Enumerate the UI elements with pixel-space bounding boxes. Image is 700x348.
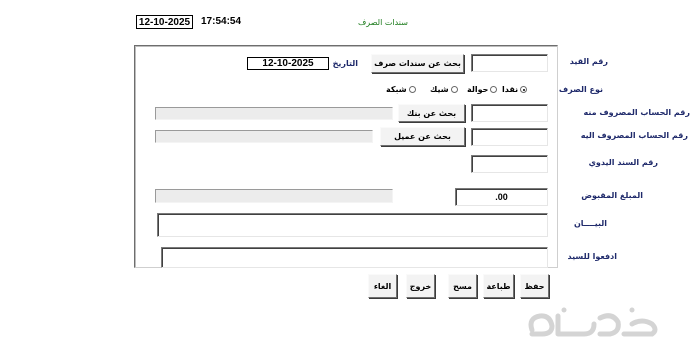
description-input[interactable] <box>157 213 548 237</box>
exit-button[interactable]: خروج <box>406 274 435 298</box>
search-client-button[interactable]: بحث عن عميل <box>380 127 465 146</box>
manual-voucher-label: رقم السند اليدوي <box>588 158 658 167</box>
amount-label: المبلغ المقبوض <box>581 191 643 200</box>
page-title: سندات الصرف <box>358 18 408 27</box>
entry-no-input[interactable] <box>471 54 548 72</box>
payee-label: ادفعوا للسيد <box>567 252 617 261</box>
payee-input[interactable] <box>161 247 548 268</box>
amount-value: .00 <box>495 192 508 202</box>
amount-words <box>155 189 393 203</box>
payment-type-label: نوع الصرف <box>558 85 603 94</box>
radio-dot-cheque <box>450 86 458 93</box>
haraj-watermark-svg <box>528 307 658 337</box>
clear-button[interactable]: مسح <box>448 274 477 298</box>
radio-dot-cash <box>520 86 528 93</box>
date-input[interactable]: 12-10-2025 <box>247 57 329 70</box>
radio-cheque-label: شيك <box>430 85 449 94</box>
search-vouchers-button[interactable]: بحث عن سندات صرف <box>371 54 464 73</box>
header-time: 17:54:54 <box>201 16 242 27</box>
description-label: البيــــان <box>573 219 607 228</box>
radio-transfer-label: حوالة <box>467 85 489 94</box>
cancel-button[interactable]: الغاء <box>368 274 397 298</box>
entry-no-label: رقم القيد <box>569 57 608 66</box>
radio-dot-transfer <box>490 86 498 93</box>
radio-network[interactable]: شبكة <box>386 85 416 94</box>
print-button[interactable]: طباعة <box>483 274 514 298</box>
date-label: التاريخ <box>332 59 358 68</box>
from-account-label: رقم الحساب المصروف منه <box>583 108 690 117</box>
to-account-input[interactable] <box>471 128 548 146</box>
radio-dot-network <box>408 86 416 93</box>
manual-voucher-input[interactable] <box>471 155 548 173</box>
search-bank-button[interactable]: بحث عن بنك <box>398 104 465 122</box>
radio-transfer[interactable]: حوالة <box>467 85 498 94</box>
from-account-name <box>155 107 393 120</box>
save-button[interactable]: حفظ <box>520 274 549 298</box>
amount-input[interactable]: .00 <box>455 188 548 206</box>
haraj-watermark-logo <box>524 304 664 340</box>
radio-network-label: شبكة <box>386 85 407 94</box>
radio-cash[interactable]: نقدا <box>502 85 528 94</box>
to-account-name <box>155 130 373 143</box>
radio-cheque[interactable]: شيك <box>430 85 458 94</box>
to-account-label: رقم الحساب المصروف اليه <box>580 131 688 140</box>
from-account-input[interactable] <box>471 104 548 122</box>
header-date: 12-10-2025 <box>136 15 193 29</box>
radio-cash-label: نقدا <box>502 85 519 94</box>
